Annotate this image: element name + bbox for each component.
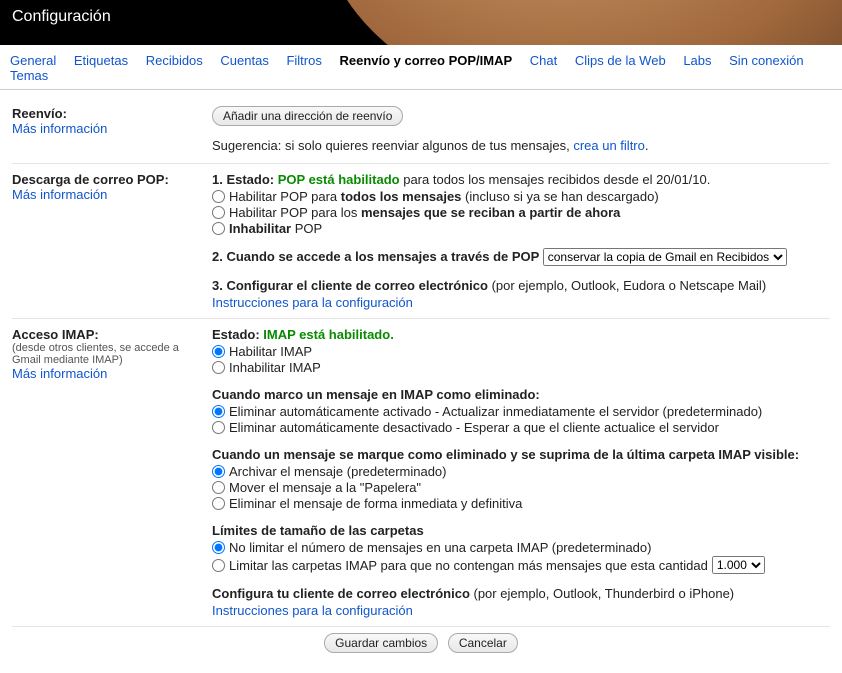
forwarding-hint: Sugerencia: si solo quieres reenviar alg… [212, 138, 830, 153]
tab-sin-conexion[interactable]: Sin conexión [729, 53, 803, 68]
forwarding-title: Reenvío: [12, 106, 200, 121]
tab-etiquetas[interactable]: Etiquetas [74, 53, 128, 68]
pop-disable-radio[interactable] [212, 222, 225, 235]
pop-status-label: 1. Estado: [212, 172, 278, 187]
imap-limit-select[interactable]: 1.000 [712, 556, 765, 574]
section-imap: Acceso IMAP: (desde otros clientes, se a… [12, 319, 830, 627]
imap-title: Acceso IMAP: [12, 327, 200, 342]
tab-labs[interactable]: Labs [683, 53, 711, 68]
save-button[interactable]: Guardar cambios [324, 633, 438, 653]
pop-enable-new-radio[interactable] [212, 206, 225, 219]
pop-action-select[interactable]: conservar la copia de Gmail en Recibidos [543, 248, 787, 266]
tab-recibidos[interactable]: Recibidos [146, 53, 203, 68]
tab-general[interactable]: General [10, 53, 56, 68]
pop-title: Descarga de correo POP: [12, 172, 200, 187]
tab-chat[interactable]: Chat [530, 53, 557, 68]
pop-config-instructions-link[interactable]: Instrucciones para la configuración [212, 295, 413, 310]
pop-status-tail: para todos los mensajes recibidos desde … [400, 172, 711, 187]
imap-status-label: Estado: [212, 327, 263, 342]
pop-status-value: POP está habilitado [278, 172, 400, 187]
imap-trash-radio[interactable] [212, 481, 225, 494]
imap-disable-radio[interactable] [212, 361, 225, 374]
planet-decor [322, 0, 842, 45]
imap-subtitle: (desde otros clientes, se accede a Gmail… [12, 342, 200, 366]
imap-delete-permanent-radio[interactable] [212, 497, 225, 510]
tab-clips[interactable]: Clips de la Web [575, 53, 666, 68]
tab-temas[interactable]: Temas [10, 68, 48, 83]
imap-nolimit-radio[interactable] [212, 541, 225, 554]
imap-more-info[interactable]: Más información [12, 366, 107, 381]
pop-config-label: 3. Configurar el cliente de correo elect… [212, 278, 492, 293]
imap-config-instructions-link[interactable]: Instrucciones para la configuración [212, 603, 413, 618]
footer-buttons: Guardar cambios Cancelar [12, 627, 830, 659]
create-filter-link[interactable]: crea un filtro [573, 138, 645, 153]
pop-config-tail: (por ejemplo, Outlook, Eudora o Netscape… [492, 278, 767, 293]
add-forwarding-address-button[interactable]: Añadir una dirección de reenvío [212, 106, 403, 126]
imap-archive-radio[interactable] [212, 465, 225, 478]
cancel-button[interactable]: Cancelar [448, 633, 518, 653]
header-bar: Configuración [0, 0, 842, 45]
imap-autodel-on-radio[interactable] [212, 405, 225, 418]
forwarding-more-info[interactable]: Más información [12, 121, 107, 136]
section-forwarding: Reenvío: Más información Añadir una dire… [12, 98, 830, 164]
pop-more-info[interactable]: Más información [12, 187, 107, 202]
settings-body: Reenvío: Más información Añadir una dire… [0, 90, 842, 673]
imap-last-visible-label: Cuando un mensaje se marque como elimina… [212, 447, 830, 462]
imap-size-limits-label: Límites de tamaño de las carpetas [212, 523, 830, 538]
imap-status-value: IMAP está habilitado. [263, 327, 394, 342]
tab-reenvio-pop-imap[interactable]: Reenvío y correo POP/IMAP [339, 53, 512, 68]
imap-autodel-off-radio[interactable] [212, 421, 225, 434]
settings-tabs: General Etiquetas Recibidos Cuentas Filt… [0, 45, 842, 90]
tab-cuentas[interactable]: Cuentas [220, 53, 268, 68]
imap-mark-deleted-label: Cuando marco un mensaje en IMAP como eli… [212, 387, 830, 402]
tab-filtros[interactable]: Filtros [286, 53, 321, 68]
imap-limit-radio[interactable] [212, 559, 225, 572]
pop-when-access-label: 2. Cuando se accede a los mensajes a tra… [212, 249, 543, 264]
pop-enable-all-radio[interactable] [212, 190, 225, 203]
section-pop: Descarga de correo POP: Más información … [12, 164, 830, 319]
imap-enable-radio[interactable] [212, 345, 225, 358]
